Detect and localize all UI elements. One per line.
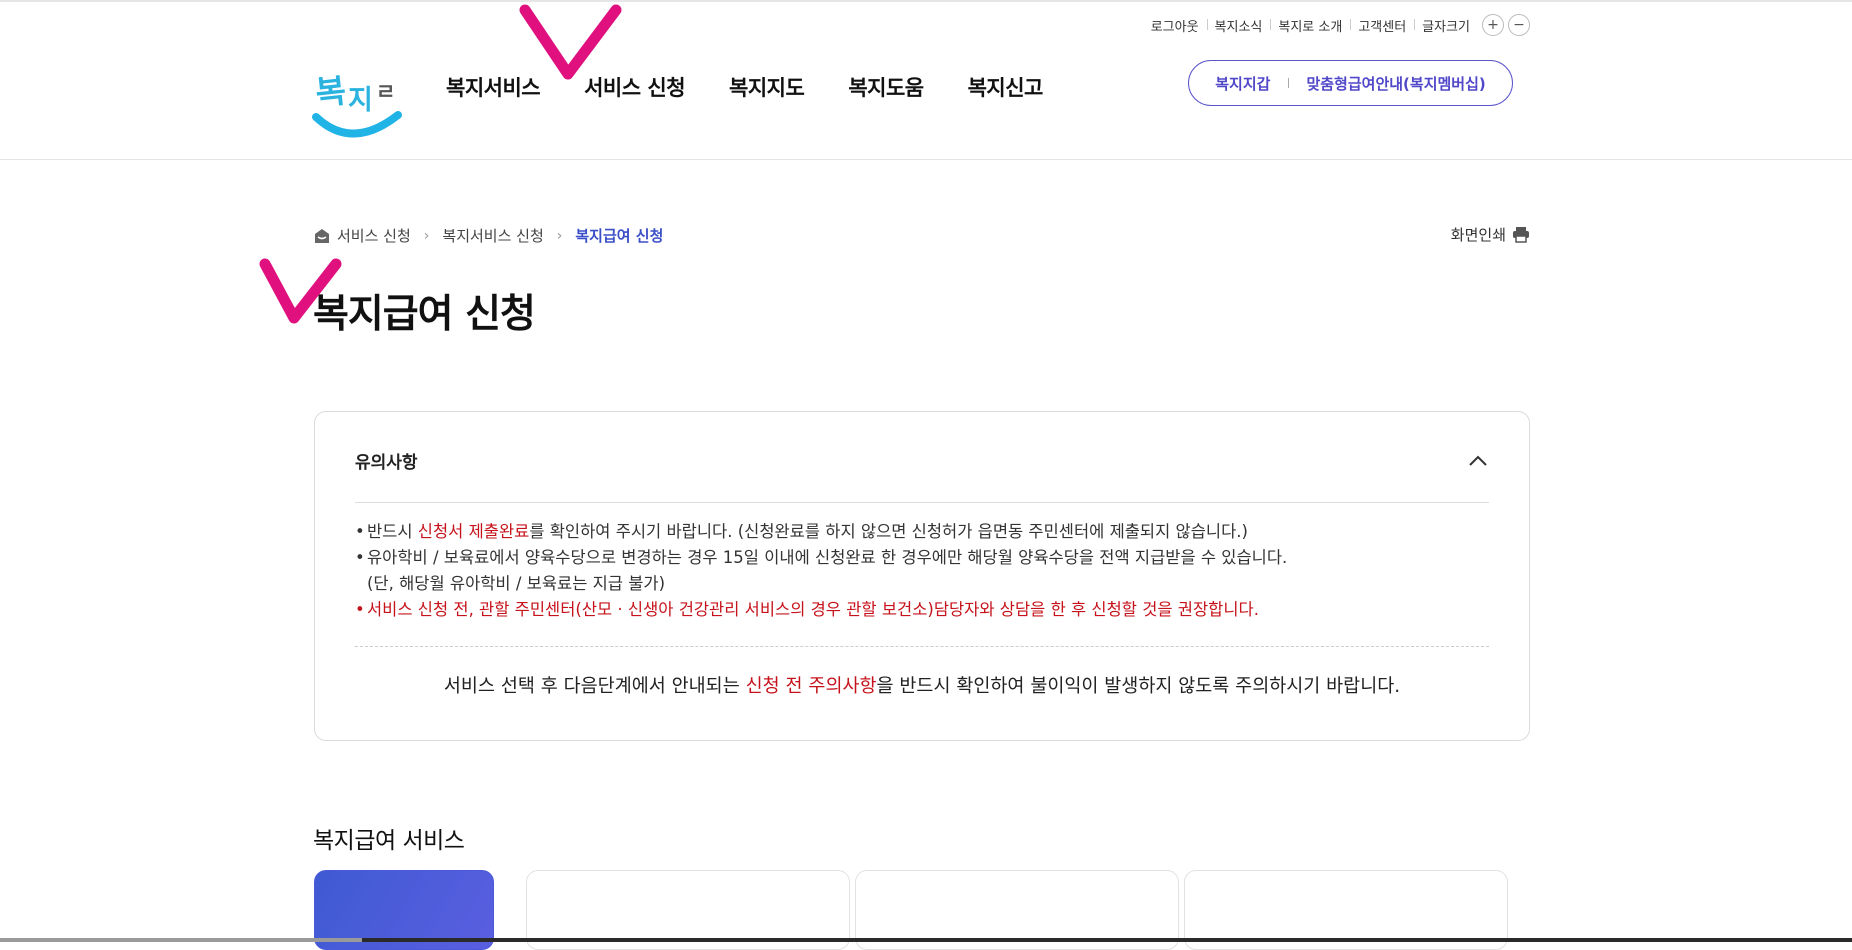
customer-center-link[interactable]: 고객센터 <box>1350 16 1414 35</box>
welfare-wallet-link[interactable]: 복지지갑 <box>1197 73 1288 94</box>
chevron-right-icon: › <box>556 227 563 244</box>
quick-links: 복지지갑 맞춤형급여안내(복지멤버십) <box>1188 60 1513 106</box>
breadcrumb: 서비스 신청 › 복지서비스 신청 › 복지급여 신청 <box>314 225 663 246</box>
notice-footer-text: 서비스 선택 후 다음단계에서 안내되는 <box>443 676 746 697</box>
notice-footer-highlight: 신청 전 주의사항 <box>745 676 877 697</box>
nav-welfare-help[interactable]: 복지도움 <box>848 72 924 102</box>
scrollbar-track <box>0 938 362 942</box>
notice-dashed-divider <box>355 646 1489 647</box>
check-mark-icon <box>519 4 622 80</box>
print-label: 화면인쇄 <box>1450 226 1506 244</box>
custom-benefit-link[interactable]: 맞춤형급여안내(복지멤버십) <box>1288 73 1503 94</box>
top-border <box>0 0 1852 2</box>
svg-text:ㄹ: ㄹ <box>376 80 395 104</box>
printer-icon <box>1513 227 1529 243</box>
scrollbar-thumb[interactable] <box>362 938 1852 942</box>
nav-welfare-service[interactable]: 복지서비스 <box>446 72 541 102</box>
logout-link[interactable]: 로그아웃 <box>1143 16 1207 35</box>
print-button[interactable]: 화면인쇄 <box>1451 224 1530 245</box>
notice-footer-text: 을 반드시 확인하여 불이익이 발생하지 않도록 주의하시기 바랍니다. <box>876 676 1401 697</box>
breadcrumb-current: 복지급여 신청 <box>575 227 664 245</box>
svg-text:복: 복 <box>314 71 348 113</box>
breadcrumb-item[interactable]: 복지서비스 신청 <box>442 225 543 246</box>
nav-service-apply[interactable]: 서비스 신청 <box>584 72 685 102</box>
nav-welfare-map[interactable]: 복지지도 <box>729 72 805 102</box>
font-increase-button[interactable]: + <box>1482 14 1504 36</box>
notice-title: 유의사항 <box>355 453 418 473</box>
notice-item: 반드시 신청서 제출완료를 확인하여 주시기 바랍니다. (신청완료를 하지 않… <box>355 519 1287 545</box>
notice-text: 서비스 신청 전, 관할 주민센터(산모 · 신생아 건강관리 서비스의 경우 … <box>367 600 1259 619</box>
notice-item-warning: 서비스 신청 전, 관할 주민센터(산모 · 신생아 건강관리 서비스의 경우 … <box>355 597 1287 623</box>
notice-text: 유아학비 / 보육료에서 양육수당으로 변경하는 경우 15일 이내에 신청완료… <box>367 548 1288 567</box>
utility-menu: 로그아웃 복지소식 복지로 소개 고객센터 글자크기 + − <box>1143 14 1530 36</box>
about-link[interactable]: 복지로 소개 <box>1270 16 1350 35</box>
notice-footer: 서비스 선택 후 다음단계에서 안내되는 신청 전 주의사항을 반드시 확인하여… <box>315 672 1529 698</box>
section-title: 복지급여 서비스 <box>313 828 465 854</box>
main-nav: 복지서비스 서비스 신청 복지지도 복지도움 복지신고 <box>446 72 1043 102</box>
breadcrumb-item[interactable]: 서비스 신청 <box>337 225 411 246</box>
notice-subtext: (단, 해당월 유아학비 / 보육료는 지급 불가) <box>367 574 666 593</box>
welfare-news-link[interactable]: 복지소식 <box>1206 16 1271 35</box>
bokjiro-logo-icon: 복 지 ㄹ <box>312 71 402 138</box>
notice-text: 를 확인하여 주시기 바랍니다. (신청완료를 하지 않으면 신청허가 읍면동 … <box>529 522 1248 541</box>
page-title: 복지급여 신청 <box>313 292 536 337</box>
chevron-right-icon: › <box>423 227 430 244</box>
font-size-label: 글자크기 <box>1414 16 1478 35</box>
notice-list: 반드시 신청서 제출완료를 확인하여 주시기 바랍니다. (신청완료를 하지 않… <box>355 519 1287 623</box>
notice-item: 유아학비 / 보육료에서 양육수당으로 변경하는 경우 15일 이내에 신청완료… <box>355 545 1287 597</box>
svg-text:지: 지 <box>348 85 373 116</box>
horizontal-scrollbar[interactable] <box>0 938 1852 942</box>
site-logo[interactable]: 복 지 ㄹ <box>312 55 404 145</box>
header-divider <box>0 159 1852 160</box>
notice-panel: 유의사항 반드시 신청서 제출완료를 확인하여 주시기 바랍니다. (신청완료를… <box>314 411 1530 741</box>
font-decrease-button[interactable]: − <box>1508 14 1530 36</box>
home-icon[interactable] <box>314 228 330 244</box>
notice-divider <box>355 502 1489 503</box>
notice-text: 반드시 <box>367 522 418 541</box>
chevron-up-icon[interactable] <box>1467 450 1489 472</box>
notice-highlight: 신청서 제출완료 <box>417 522 530 541</box>
nav-welfare-report[interactable]: 복지신고 <box>968 72 1044 102</box>
